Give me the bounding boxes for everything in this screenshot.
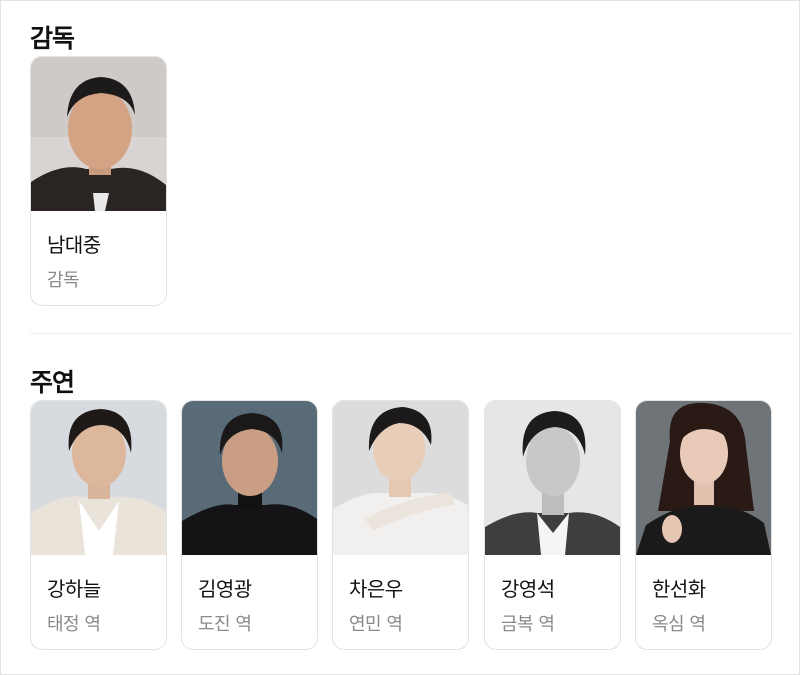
directors-section-title: 감독 (30, 24, 75, 53)
person-name: 한선화 (652, 577, 706, 601)
person-name: 김영광 (198, 577, 252, 601)
person-photo (31, 401, 166, 555)
person-photo (31, 57, 166, 211)
cast-crew-panel: 감독 남대중 감독 주연 강하늘 태정 역 김영광 도진 역 차은우 연민 역 … (0, 0, 800, 675)
person-role: 금복 역 (501, 614, 555, 635)
cast-card[interactable]: 차은우 연민 역 (332, 400, 469, 650)
person-role: 옥심 역 (652, 614, 706, 635)
cast-card[interactable]: 강영석 금복 역 (484, 400, 621, 650)
cast-card[interactable]: 한선화 옥심 역 (635, 400, 772, 650)
person-photo (182, 401, 317, 555)
person-role: 연민 역 (349, 614, 403, 635)
person-name: 강하늘 (47, 577, 101, 601)
person-photo (636, 401, 771, 555)
person-name: 차은우 (349, 577, 403, 601)
person-name: 남대중 (47, 233, 101, 257)
person-photo (485, 401, 620, 555)
person-role: 도진 역 (198, 614, 252, 635)
person-role: 태정 역 (47, 614, 101, 635)
person-name: 강영석 (501, 577, 555, 601)
director-card[interactable]: 남대중 감독 (30, 56, 167, 306)
cast-card[interactable]: 김영광 도진 역 (181, 400, 318, 650)
cast-card[interactable]: 강하늘 태정 역 (30, 400, 167, 650)
cast-section-title: 주연 (30, 368, 75, 397)
person-photo (333, 401, 468, 555)
person-role: 감독 (47, 270, 80, 291)
section-divider (30, 333, 793, 334)
